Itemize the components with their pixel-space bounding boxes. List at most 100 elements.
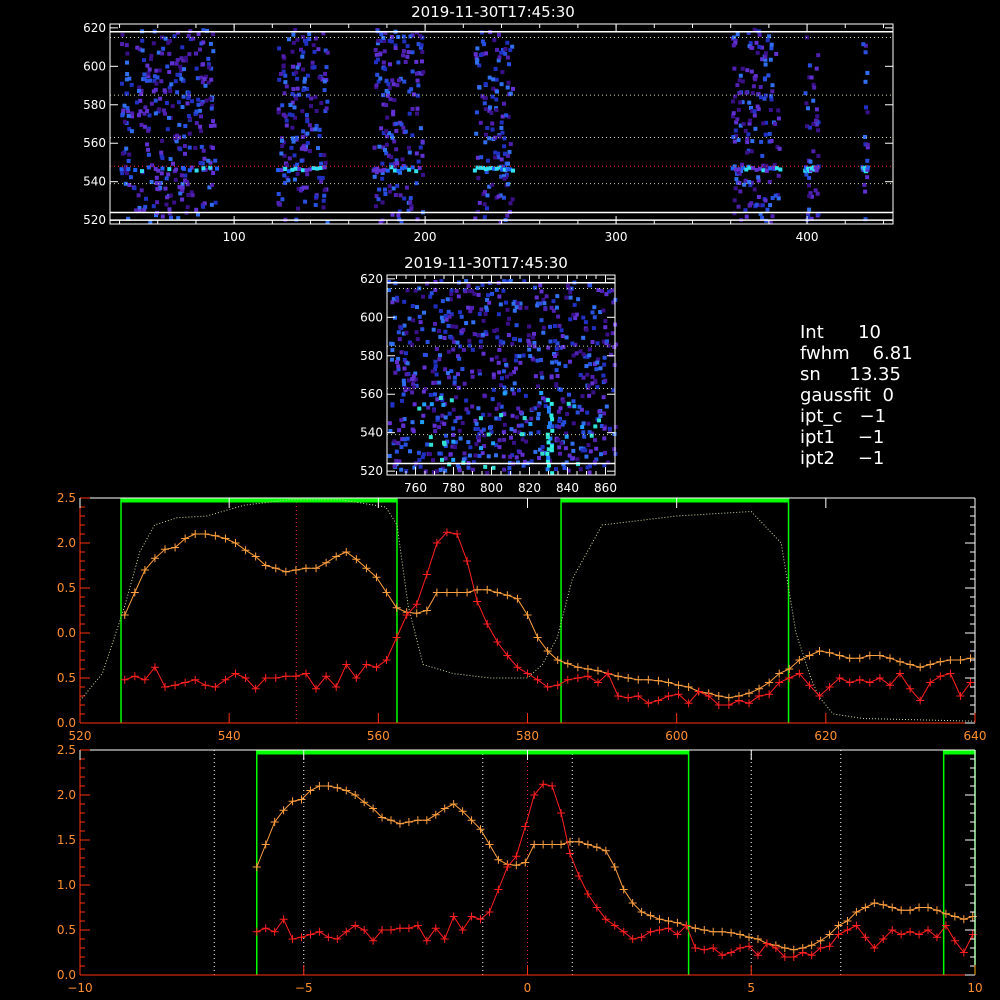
heatmap-pixel — [478, 339, 483, 344]
orange-series-marker — [431, 810, 440, 819]
heatmap-pixel — [417, 314, 422, 319]
red-series-marker — [352, 674, 361, 682]
heatmap-pixel — [600, 289, 605, 294]
heatmap-pixel — [466, 305, 471, 310]
orange-series-marker — [583, 840, 592, 849]
heatmap-pixel — [160, 51, 165, 56]
heatmap-pixel — [527, 324, 532, 329]
red-series-marker — [120, 675, 129, 684]
heatmap-pixel — [494, 355, 499, 360]
red-series-marker — [834, 930, 843, 939]
heatmap-pixel — [536, 416, 541, 421]
orange-series-marker — [664, 917, 673, 925]
heatmap-pixel — [292, 105, 297, 110]
red-series-marker — [372, 663, 381, 672]
heatmap-pixel — [808, 159, 813, 164]
heatmap-pixel — [174, 61, 179, 66]
red-series-marker — [798, 948, 807, 957]
heatmap-pixel — [592, 315, 597, 320]
orange-series-marker — [312, 564, 321, 573]
orange-series-marker — [483, 585, 492, 594]
heatmap-pixel — [568, 359, 572, 364]
heatmap-pixel — [605, 339, 609, 344]
heatmap-pixel — [507, 316, 511, 321]
heatmap-pixel — [490, 127, 495, 132]
heatmap-pixel — [508, 47, 513, 52]
red-series-marker — [724, 701, 733, 709]
heatmap-pixel — [811, 98, 816, 103]
heatmap-pixel — [521, 463, 526, 468]
heatmap-pixel — [194, 66, 199, 71]
heatmap-pixel — [322, 188, 327, 193]
heatmap-pixel — [499, 82, 504, 87]
heatmap-pixel — [507, 466, 512, 470]
heatmap-pixel — [754, 40, 759, 45]
heatmap-pixel — [414, 151, 419, 156]
heatmap-pixel — [400, 157, 405, 162]
heatmap-pixel — [754, 202, 759, 207]
heatmap-pixel — [394, 128, 399, 133]
red-series-marker — [252, 927, 261, 936]
heatmap-pixel — [391, 82, 396, 87]
heatmap-pixel — [410, 50, 415, 55]
x-tick-label: 5 — [747, 981, 755, 995]
heatmap-pixel — [142, 58, 146, 63]
orange-series-marker — [950, 912, 959, 921]
y-tick-label: 0.5 — [57, 923, 76, 937]
heatmap-pixel — [603, 325, 608, 330]
heatmap-pixel — [457, 428, 462, 433]
velocity-panel: 0.0 0.5 1.0 1.5 2.0 2.5 −10 −5 0 5 10 — [57, 743, 983, 995]
red-series-marker — [473, 597, 482, 606]
heatmap-pixel — [395, 161, 400, 166]
heatmap-pixel — [398, 193, 403, 198]
orange-series-marker — [879, 900, 888, 909]
heatmap-pixel — [763, 77, 767, 82]
heatmap-pixel — [477, 312, 482, 316]
orange-series-marker — [916, 663, 925, 672]
heatmap-pixel — [737, 91, 742, 96]
heatmap-pixel — [415, 71, 419, 76]
heatmap-pixel — [411, 318, 416, 323]
red-series-marker — [592, 903, 601, 912]
red-series-marker — [422, 570, 431, 579]
heatmap-pixel — [202, 77, 207, 82]
heatmap-pixel — [143, 105, 148, 110]
heatmap-pixel — [736, 138, 741, 143]
y-tick-label: 620 — [83, 21, 106, 35]
heatmap-pixel — [161, 46, 166, 51]
heatmap-pixel — [305, 131, 310, 136]
heatmap-pixel — [490, 397, 495, 402]
heatmap-pixel — [604, 292, 609, 297]
heatmap-pixel — [314, 109, 319, 113]
heatmap-pixel — [499, 376, 504, 381]
heatmap-bright-pixel — [451, 439, 456, 444]
heatmap-bright-pixel — [528, 422, 533, 426]
heatmap-pixel — [300, 109, 305, 114]
heatmap-pixel — [500, 70, 505, 75]
heatmap-pixel — [208, 96, 213, 101]
heatmap-pixel — [486, 454, 491, 459]
heatmap-pixel — [807, 194, 812, 198]
heatmap-pixel — [502, 467, 507, 472]
heatmap-pixel — [300, 54, 305, 59]
heatmap-pixel — [559, 328, 564, 333]
heatmap-pixel — [380, 176, 385, 181]
heatmap-pixel — [485, 471, 490, 475]
heatmap-pixel — [612, 345, 617, 349]
heatmap-pixel — [501, 195, 506, 200]
heatmap-pixel — [497, 438, 502, 443]
heatmap-pixel — [458, 344, 463, 349]
heatmap-pixel — [499, 50, 504, 55]
orange-series-marker — [932, 906, 941, 915]
heatmap-pixel — [745, 150, 750, 155]
heatmap-pixel — [482, 393, 487, 398]
heatmap-pixel — [510, 197, 515, 202]
heatmap-bright-pixel — [502, 391, 507, 396]
red-series-marker — [181, 678, 190, 687]
heatmap-pixel — [394, 121, 399, 126]
heatmap-pixel — [175, 134, 179, 139]
red-series-marker — [624, 693, 633, 702]
heatmap-pixel — [433, 321, 437, 326]
heatmap-pixel — [142, 72, 147, 77]
heatmap-pixel — [745, 136, 750, 141]
